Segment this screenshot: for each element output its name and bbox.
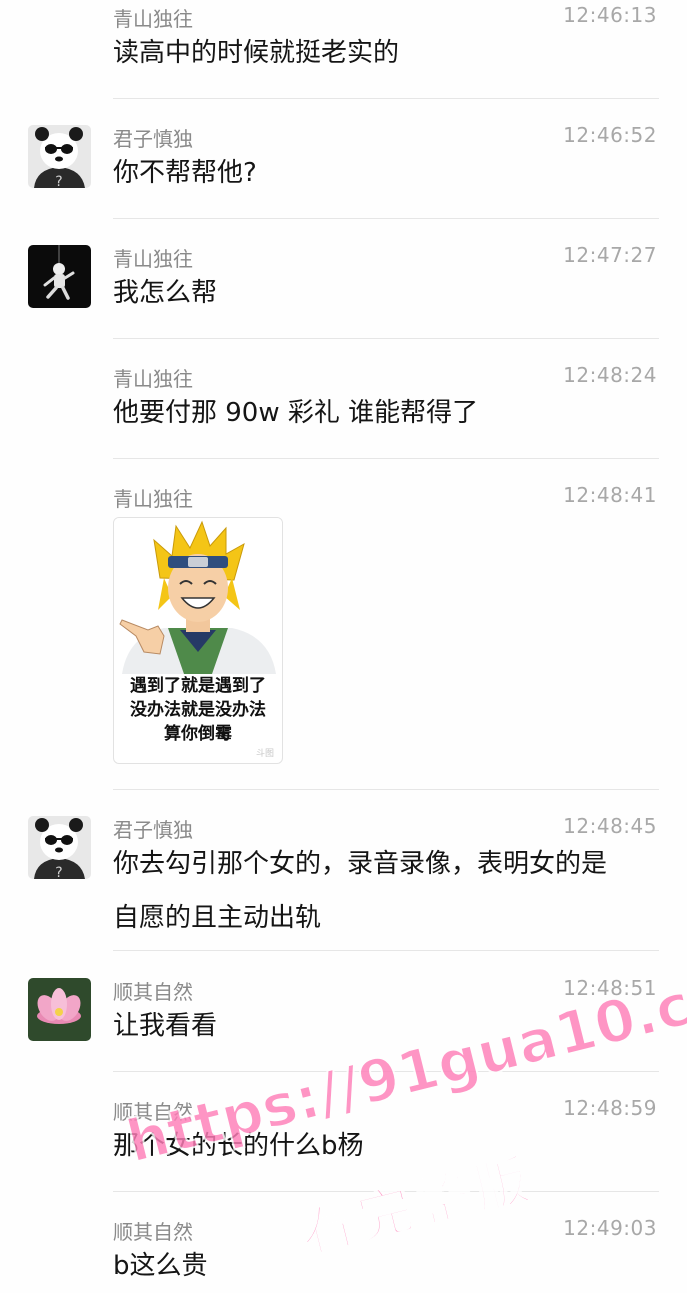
sticker-watermark: 斗图	[255, 749, 274, 759]
message-time: 12:49:03	[563, 1216, 657, 1240]
divider	[113, 218, 659, 219]
lotus-avatar-icon	[28, 978, 91, 1041]
message-text[interactable]: b这么贵	[113, 1239, 658, 1293]
message-time: 12:48:41	[563, 483, 657, 507]
message-time: 12:48:59	[563, 1096, 657, 1120]
lotus-avatar[interactable]	[28, 978, 91, 1041]
svg-text:?: ?	[55, 865, 62, 879]
sticker-caption: 遇到了就是遇到了 没办法就是没办法 算你倒霉	[130, 676, 266, 744]
panda-avatar[interactable]: ?	[28, 816, 91, 879]
divider	[113, 458, 659, 459]
message-text[interactable]: 读高中的时候就挺老实的	[113, 26, 658, 80]
message-time: 12:48:51	[563, 976, 657, 1000]
message-time: 12:48:45	[563, 814, 657, 838]
astronaut-avatar[interactable]	[28, 245, 91, 308]
divider	[113, 1191, 659, 1192]
message-text[interactable]: 让我看看	[113, 999, 658, 1053]
message-time: 12:46:13	[563, 3, 657, 27]
svg-text:?: ?	[55, 174, 62, 188]
message-text[interactable]: 那个女的长的什么b杨	[113, 1119, 658, 1173]
divider	[113, 789, 659, 790]
divider	[113, 338, 659, 339]
message-time: 12:47:27	[563, 243, 657, 267]
cartoon-character-icon	[114, 518, 282, 674]
panda-avatar-icon: ?	[28, 816, 91, 879]
panda-avatar[interactable]: ?	[28, 125, 91, 188]
sender-name: 青山独往	[113, 487, 193, 511]
message-text[interactable]: 我怎么帮	[113, 266, 658, 320]
panda-avatar-icon: ?	[28, 125, 91, 188]
sticker-image[interactable]: 遇到了就是遇到了 没办法就是没办法 算你倒霉 斗图	[113, 517, 283, 764]
divider	[113, 950, 659, 951]
message-text[interactable]: 你去勾引那个女的，录音录像，表明女的是 自愿的且主动出轨	[113, 837, 658, 945]
message-text[interactable]: 你不帮帮他?	[113, 146, 658, 200]
message-time: 12:46:52	[563, 123, 657, 147]
message-time: 12:48:24	[563, 363, 657, 387]
astronaut-avatar-icon	[28, 245, 91, 308]
divider	[113, 1071, 659, 1072]
message-text[interactable]: 他要付那 90w 彩礼 谁能帮得了	[113, 386, 658, 440]
divider	[113, 98, 659, 99]
